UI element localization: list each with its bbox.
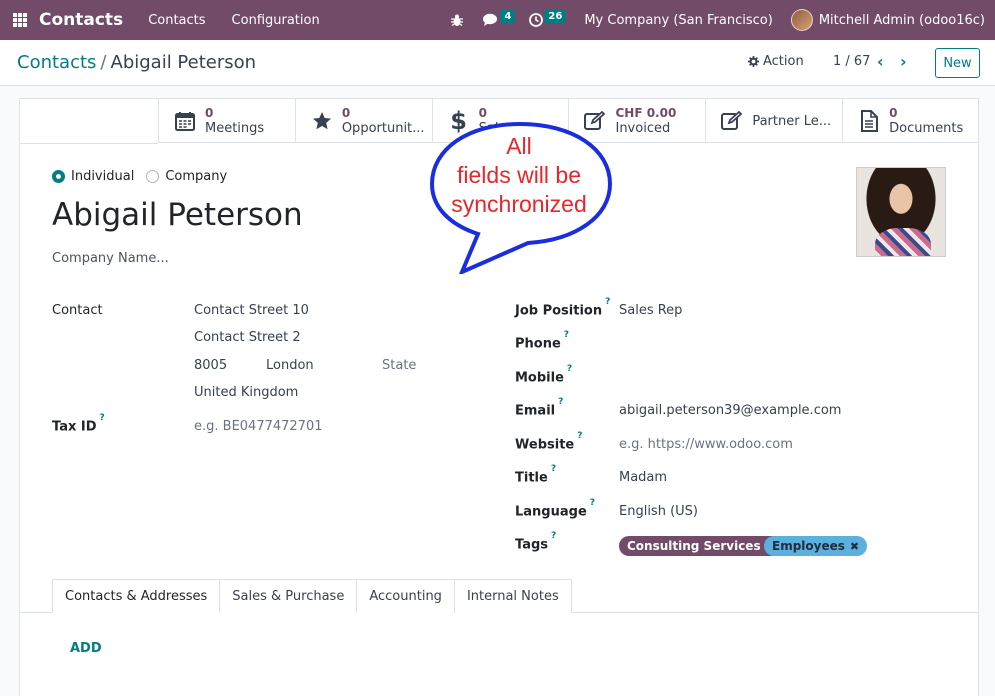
company-type-selector: Individual Company (52, 169, 239, 184)
divider (20, 143, 158, 144)
help-icon[interactable]: ? (590, 498, 595, 508)
tag-label: Employees (772, 539, 845, 553)
chat-count-badge: 4 (500, 9, 516, 23)
tab-accounting[interactable]: Accounting (356, 579, 455, 613)
title-label: Title? (515, 464, 557, 486)
tab-contacts-addresses[interactable]: Contacts & Addresses (52, 579, 221, 613)
language-select[interactable]: English (US) (619, 504, 698, 519)
new-button[interactable]: New (935, 48, 980, 78)
remove-tag-icon[interactable]: ✖ (850, 540, 859, 553)
tax-id-label: Tax ID? (52, 413, 105, 435)
street-input[interactable]: Contact Street 10 (194, 303, 309, 318)
document-icon (857, 110, 881, 132)
add-contact-button[interactable]: ADD (70, 641, 102, 656)
street2-input[interactable]: Contact Street 2 (194, 330, 301, 345)
contact-photo[interactable] (856, 167, 946, 257)
help-icon[interactable]: ? (577, 431, 582, 441)
radio-individual-label[interactable]: Individual (71, 169, 134, 184)
breadcrumb: Contacts / Abigail Peterson (17, 52, 256, 73)
menu-configuration[interactable]: Configuration (232, 13, 320, 28)
invoiced-amount: CHF 0.00 (615, 106, 677, 120)
city-input[interactable]: London (266, 358, 314, 373)
smart-button-meetings[interactable]: 0 Meetings (158, 99, 295, 143)
company-name-input[interactable]: Company Name... (52, 251, 169, 266)
zip-input[interactable]: 8005 (194, 358, 227, 373)
action-button[interactable]: Action (748, 54, 804, 69)
email-label: Email? (515, 397, 564, 419)
tax-id-input[interactable]: e.g. BE0477472701 (194, 419, 323, 434)
country-select[interactable]: United Kingdom (194, 385, 298, 400)
pager-value[interactable]: 1 / 67 (833, 54, 870, 69)
sales-count: 0 (478, 106, 488, 120)
phone-label: Phone? (515, 330, 570, 352)
invoiced-label: Invoiced (615, 121, 671, 136)
chevron-left-icon[interactable]: ‹ (877, 52, 884, 71)
help-icon[interactable]: ? (100, 413, 105, 423)
company-switcher[interactable]: My Company (San Francisco) (584, 13, 772, 28)
help-icon[interactable]: ? (551, 531, 556, 541)
app-name[interactable]: Contacts (39, 10, 123, 30)
smart-button-opportunities[interactable]: 0 Opportunit... (294, 99, 432, 143)
radio-individual[interactable] (52, 170, 65, 183)
clock-icon[interactable] (529, 13, 544, 27)
callout-line: fields will be (457, 162, 581, 188)
documents-label: Documents (889, 121, 964, 136)
breadcrumb-current: Abigail Peterson (110, 52, 257, 73)
user-avatar[interactable] (790, 9, 813, 31)
bug-icon[interactable] (451, 14, 464, 27)
job-position-input[interactable]: Sales Rep (619, 303, 682, 318)
tab-internal-notes[interactable]: Internal Notes (453, 579, 572, 613)
meetings-label: Meetings (205, 121, 265, 136)
documents-count: 0 (889, 106, 898, 120)
top-navbar: Contacts Contacts Configuration 4 26 My … (0, 0, 995, 40)
callout-text: All fields will be synchronized (428, 132, 610, 219)
meetings-count: 0 (205, 106, 214, 120)
smart-button-partner-ledger[interactable]: Partner Le... (705, 99, 842, 143)
job-position-label: Job Position? (515, 297, 611, 319)
callout-line: All (506, 133, 532, 159)
apps-icon[interactable] (13, 13, 27, 27)
radio-company-label[interactable]: Company (165, 169, 227, 184)
breadcrumb-contacts[interactable]: Contacts (17, 52, 96, 73)
chat-icon[interactable] (483, 13, 499, 27)
callout-line: synchronized (451, 191, 587, 217)
notebook-tabs: Contacts & Addresses Sales & Purchase Ac… (52, 579, 572, 613)
opportunities-label: Opportunit... (341, 121, 425, 136)
help-icon[interactable]: ? (558, 397, 563, 407)
star-icon (310, 111, 334, 131)
contact-name-field[interactable]: Abigail Peterson (52, 197, 303, 233)
state-select[interactable]: State (382, 358, 416, 373)
calendar-icon (173, 111, 197, 131)
mobile-label: Mobile? (515, 364, 573, 386)
user-menu[interactable]: Mitchell Admin (odoo16c) (819, 13, 985, 28)
gear-icon (748, 56, 759, 67)
tab-sales-purchase[interactable]: Sales & Purchase (219, 579, 358, 613)
website-label: Website? (515, 431, 583, 453)
help-icon[interactable]: ? (564, 330, 569, 340)
title-select[interactable]: Madam (619, 470, 667, 485)
website-input[interactable]: e.g. https://www.odoo.com (619, 437, 793, 452)
control-panel: Contacts / Abigail Peterson Action 1 / 67 … (0, 40, 995, 86)
smart-button-documents[interactable]: 0 Documents (842, 99, 979, 143)
help-icon[interactable]: ? (551, 464, 556, 474)
tag-employees: Employees ✖ (764, 536, 868, 556)
language-label: Language? (515, 498, 596, 520)
opportunities-count: 0 (341, 106, 351, 120)
edit-icon (720, 111, 744, 131)
help-icon[interactable]: ? (567, 364, 572, 374)
activity-count-badge: 26 (544, 9, 567, 23)
help-icon[interactable]: ? (605, 297, 610, 307)
breadcrumb-separator: / (100, 52, 107, 73)
chevron-right-icon[interactable]: › (900, 52, 907, 71)
partner-ledger-label: Partner Le... (752, 113, 832, 129)
menu-contacts[interactable]: Contacts (148, 13, 205, 28)
email-input[interactable]: abigail.peterson39@example.com (619, 403, 841, 418)
tags-label: Tags? (515, 531, 557, 553)
contact-label: Contact (52, 303, 103, 318)
radio-company[interactable] (146, 170, 160, 183)
tag-consulting-services: Consulting Services✖ (619, 536, 783, 556)
action-label: Action (763, 54, 804, 69)
tag-label: Consulting Services (627, 539, 761, 553)
